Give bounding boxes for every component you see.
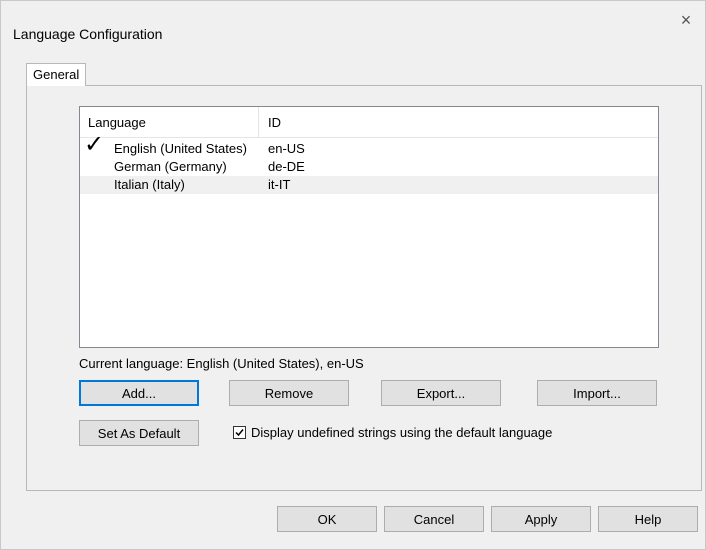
tab-general[interactable]: General: [26, 63, 87, 86]
language-settings-panel: Language ID ✓ English (United States) en…: [45, 88, 677, 480]
language-name: English (United States): [114, 141, 247, 156]
column-divider[interactable]: [258, 107, 259, 137]
display-undefined-label: Display undefined strings using the defa…: [251, 425, 553, 440]
language-id: de-DE: [268, 159, 305, 174]
language-list[interactable]: Language ID ✓ English (United States) en…: [79, 106, 659, 348]
list-item-english[interactable]: ✓ English (United States) en-US: [80, 133, 658, 158]
dialog-title: Language Configuration: [13, 26, 163, 42]
column-header-language[interactable]: Language: [88, 115, 146, 130]
ok-button[interactable]: OK: [277, 506, 377, 532]
language-name: German (Germany): [114, 159, 227, 174]
language-id: it-IT: [268, 177, 291, 192]
column-header-id[interactable]: ID: [268, 115, 281, 130]
export-button[interactable]: Export...: [381, 380, 501, 406]
current-language-label: Current language: English (United States…: [79, 356, 364, 371]
help-button[interactable]: Help: [598, 506, 698, 532]
add-button[interactable]: Add...: [79, 380, 199, 406]
tab-panel-general: Language ID ✓ English (United States) en…: [26, 85, 702, 491]
language-configuration-dialog: Language Configuration × General Languag…: [0, 0, 706, 550]
checkbox-checked-icon[interactable]: [233, 426, 246, 439]
remove-button[interactable]: Remove: [229, 380, 349, 406]
checkmark-icon: ✓: [84, 131, 105, 158]
language-list-header: Language ID: [80, 107, 658, 138]
language-name: Italian (Italy): [114, 177, 185, 192]
cancel-button[interactable]: Cancel: [384, 506, 484, 532]
set-as-default-button[interactable]: Set As Default: [79, 420, 199, 446]
apply-button[interactable]: Apply: [491, 506, 591, 532]
close-icon[interactable]: ×: [677, 11, 695, 29]
language-id: en-US: [268, 141, 305, 156]
list-item-german[interactable]: German (Germany) de-DE: [80, 158, 658, 176]
import-button[interactable]: Import...: [537, 380, 657, 406]
list-item-italian[interactable]: Italian (Italy) it-IT: [80, 176, 658, 194]
